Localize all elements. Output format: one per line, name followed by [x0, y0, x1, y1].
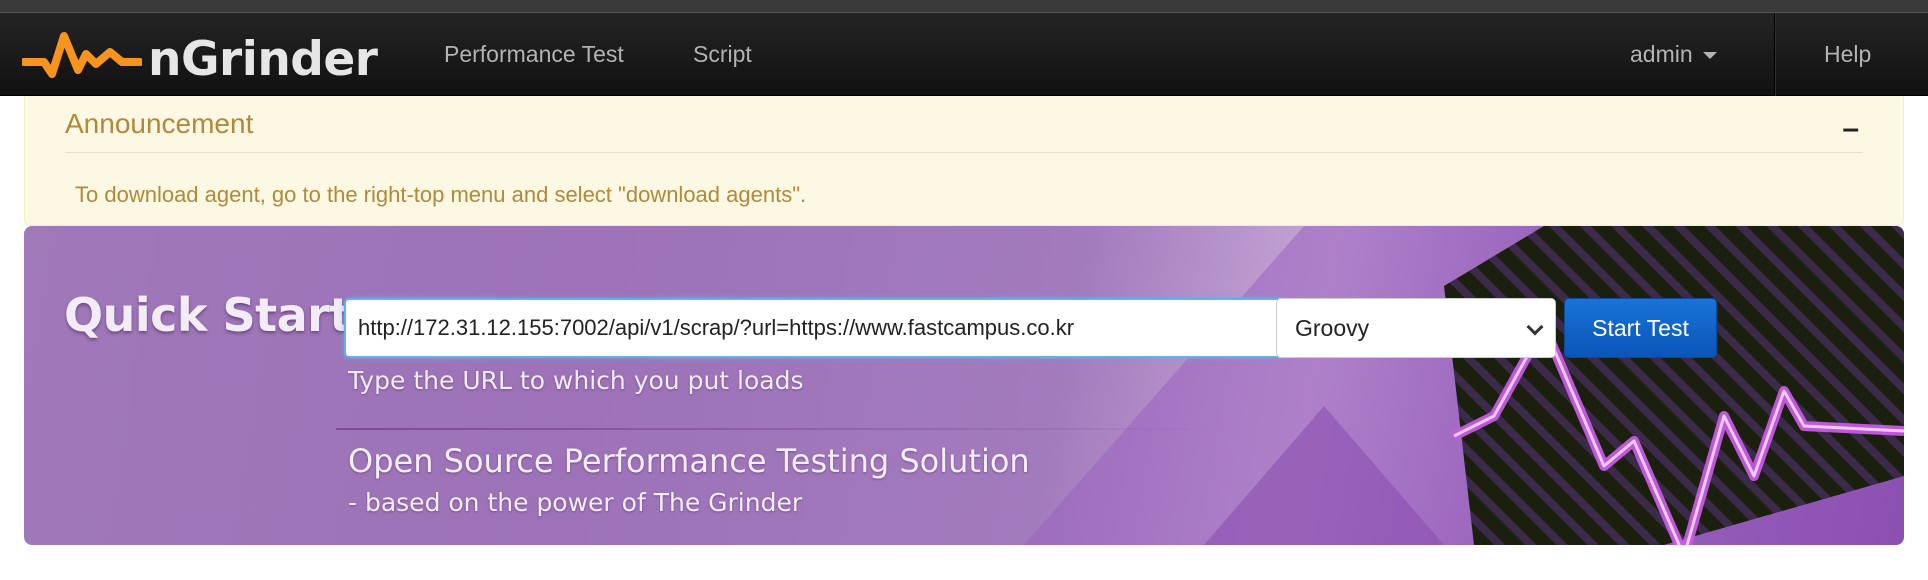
chevron-down-icon [1526, 318, 1544, 336]
nav-performance-test[interactable]: Performance Test [444, 13, 624, 96]
navbar-divider [1774, 13, 1775, 96]
nav-script[interactable]: Script [693, 13, 752, 96]
target-url-input[interactable]: http://172.31.12.155:7002/api/v1/scrap/?… [344, 298, 1288, 358]
top-navbar: nGrinder Performance Test Script admin H… [0, 13, 1928, 96]
quick-start-title: Quick Start [64, 288, 351, 342]
script-type-selected: Groovy [1295, 315, 1370, 341]
nav-help[interactable]: Help [1824, 13, 1871, 96]
collapse-button[interactable]: – [1842, 112, 1859, 146]
url-hint: Type the URL to which you put loads [348, 366, 804, 395]
announcement-message: To download agent, go to the right-top m… [75, 182, 807, 207]
user-menu[interactable]: admin [1630, 13, 1717, 96]
waveform-logo-icon [22, 32, 142, 78]
browser-top-strip [0, 0, 1928, 13]
banner-divider [336, 428, 1236, 430]
announcement-divider [65, 152, 1863, 153]
announcement-title: Announcement [65, 108, 254, 139]
banner-background-graphic [1024, 226, 1904, 545]
user-menu-label: admin [1630, 41, 1693, 67]
brand-name: nGrinder [148, 31, 378, 87]
script-type-select[interactable]: Groovy [1276, 298, 1556, 358]
caret-down-icon [1702, 52, 1717, 60]
announcement-panel: Announcement – To download agent, go to … [24, 96, 1904, 226]
start-test-button[interactable]: Start Test [1564, 298, 1717, 358]
banner-tagline: Open Source Performance Testing Solution [348, 442, 1030, 480]
quick-start-banner: Quick Start http://172.31.12.155:7002/ap… [24, 226, 1904, 545]
banner-subtagline: - based on the power of The Grinder [348, 488, 803, 517]
brand-logo[interactable]: nGrinder [22, 21, 378, 91]
